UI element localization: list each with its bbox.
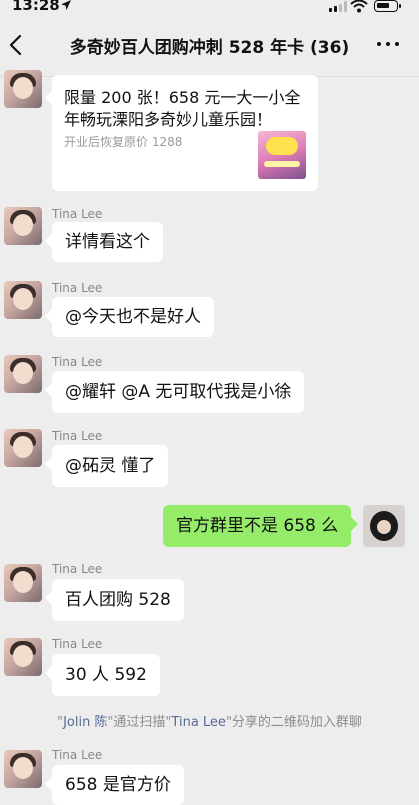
chat-title: 多奇妙百人团购冲刺 528 年卡 (36)	[69, 38, 350, 58]
avatar[interactable]	[4, 750, 42, 788]
avatar[interactable]	[4, 70, 42, 108]
own-message-bubble[interactable]: 官方群里不是 658 么	[163, 505, 352, 547]
system-message: "Jolin 陈"通过扫描"Tina Lee"分享的二维码加入群聊	[0, 711, 419, 730]
system-text: "分享的二维码加入群聊	[225, 715, 362, 730]
back-chevron-icon[interactable]	[6, 34, 26, 56]
message-bubble[interactable]: 658 是官方价	[52, 765, 184, 805]
message-bubble[interactable]: @耀轩 @A 无可取代我是小徐	[52, 371, 305, 413]
sender-name: Tina Lee	[52, 748, 103, 762]
avatar[interactable]	[4, 281, 42, 319]
sender-name: Tina Lee	[52, 562, 103, 576]
message-bubble[interactable]: @砳灵 懂了	[52, 445, 169, 487]
avatar[interactable]	[4, 429, 42, 467]
avatar[interactable]	[4, 207, 42, 245]
sender-name: Tina Lee	[52, 207, 103, 221]
sender-name: Tina Lee	[52, 355, 103, 369]
wifi-icon	[350, 0, 368, 13]
avatar[interactable]	[4, 564, 42, 602]
message-bubble[interactable]: 百人团购 528	[52, 579, 184, 621]
sender-name: Tina Lee	[52, 281, 103, 295]
message-bubble[interactable]: 30 人 592	[52, 654, 160, 696]
more-options-icon[interactable]	[377, 41, 401, 49]
location-arrow-icon	[61, 0, 71, 10]
card-thumbnail	[258, 131, 306, 179]
signal-icon	[329, 1, 349, 12]
system-text: "通过扫描"	[107, 715, 172, 730]
own-avatar[interactable]	[363, 505, 405, 547]
system-user-link[interactable]: Jolin 陈	[63, 715, 107, 730]
battery-icon	[374, 0, 401, 12]
chat-header: 多奇妙百人团购冲刺 528 年卡 (36)	[0, 14, 419, 77]
message-bubble[interactable]: 详情看这个	[52, 222, 163, 262]
link-card-message[interactable]: 限量 200 张！658 元一大一小全年畅玩溧阳多奇妙儿童乐园！ 开业后恢复原价…	[52, 75, 318, 191]
avatar[interactable]	[4, 355, 42, 393]
sender-name: Tina Lee	[52, 637, 103, 651]
status-time: 13:28	[12, 0, 60, 14]
system-inviter-link[interactable]: Tina Lee	[171, 715, 226, 730]
card-title: 限量 200 张！658 元一大一小全年畅玩溧阳多奇妙儿童乐园！	[64, 88, 301, 129]
status-bar: 13:28	[0, 0, 419, 14]
message-bubble[interactable]: @今天也不是好人	[52, 297, 214, 337]
sender-name: Tina Lee	[52, 429, 103, 443]
avatar[interactable]	[4, 638, 42, 676]
